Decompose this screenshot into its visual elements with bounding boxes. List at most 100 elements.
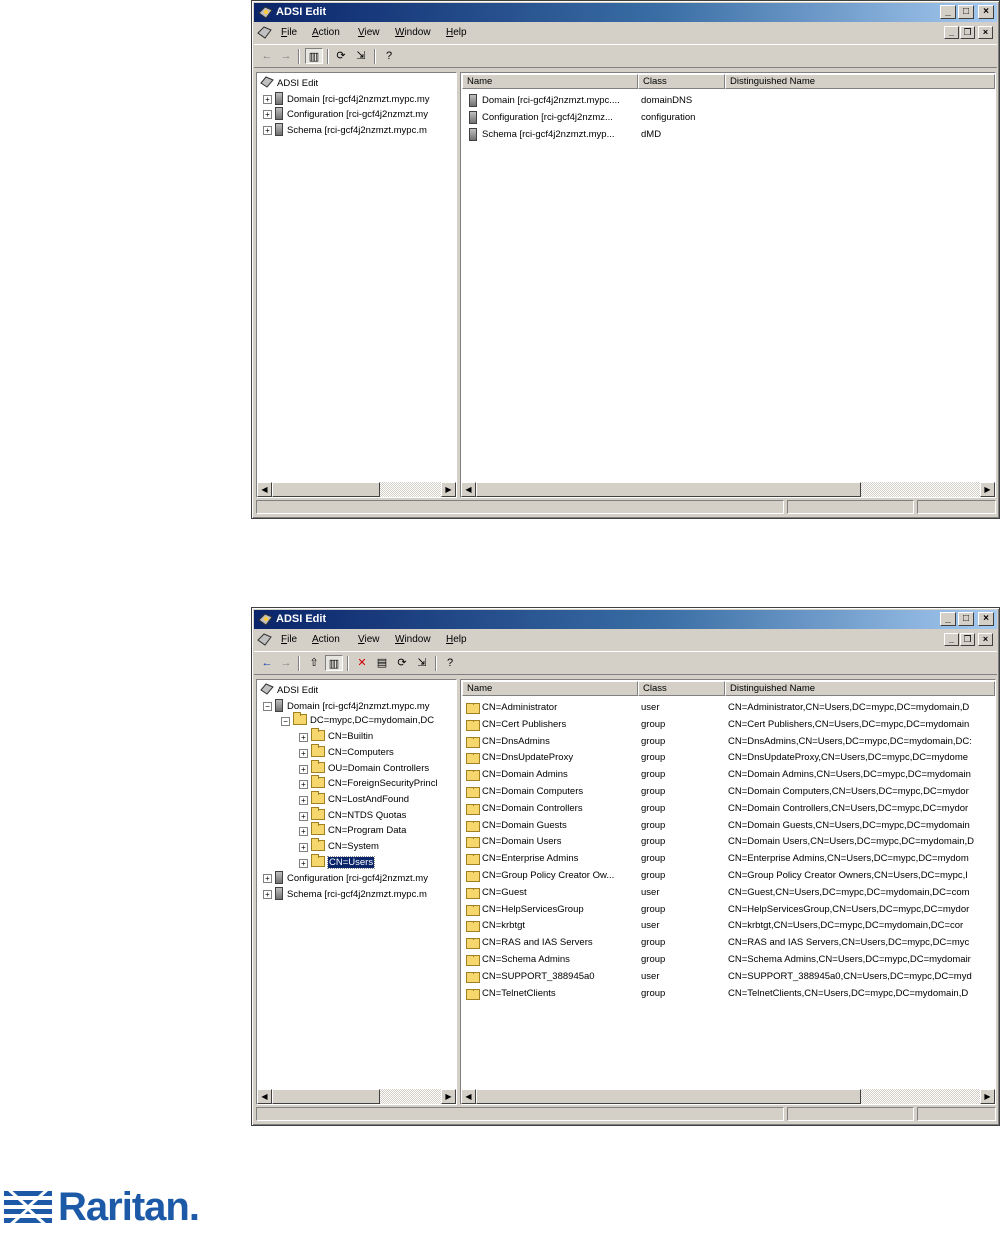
column-header-class[interactable]: Class bbox=[638, 74, 725, 89]
tree-item[interactable]: Domain [rci-gcf4j2nzmzt.mypc.my bbox=[275, 698, 430, 713]
expand-plus-icon[interactable]: + bbox=[263, 110, 272, 120]
list-row[interactable]: CN=Enterprise Admins group CN=Enterprise A… bbox=[461, 851, 995, 868]
expand-plus-icon[interactable]: + bbox=[299, 733, 308, 743]
list-row[interactable]: CN=Domain Controllers group CN=Domain Cont… bbox=[461, 801, 995, 818]
child-minimize-button[interactable]: _ bbox=[944, 26, 959, 39]
expand-plus-icon[interactable]: + bbox=[299, 811, 308, 821]
column-header-name[interactable]: Name bbox=[462, 681, 638, 696]
mmc-document-icon[interactable] bbox=[257, 25, 272, 40]
menu-view[interactable]: View bbox=[358, 634, 380, 645]
expand-plus-icon[interactable]: + bbox=[263, 94, 272, 104]
tree-item[interactable]: ADSI Edit bbox=[260, 76, 318, 90]
title-bar[interactable]: ADSI Edit _ □ × bbox=[254, 3, 997, 22]
list-row[interactable]: Schema [rci-gcf4j2nzmzt.myp... dMD bbox=[461, 127, 995, 144]
scroll-left-arrow-icon[interactable]: ◀ bbox=[257, 1089, 272, 1104]
mmc-document-icon[interactable] bbox=[257, 632, 272, 647]
column-header-name[interactable]: Name bbox=[462, 74, 638, 89]
tree-item[interactable]: Configuration [rci-gcf4j2nzmzt.my bbox=[275, 107, 428, 121]
tree-item[interactable]: CN=LostAndFound bbox=[311, 790, 409, 807]
list-row[interactable]: Domain [rci-gcf4j2nzmzt.mypc.... domainDN… bbox=[461, 93, 995, 110]
child-close-button[interactable]: × bbox=[978, 633, 993, 646]
column-header-class[interactable]: Class bbox=[638, 681, 725, 696]
list-row[interactable]: CN=Group Policy Creator Ow... group CN=Gro… bbox=[461, 868, 995, 885]
forward-arrow-icon[interactable]: → bbox=[277, 48, 295, 64]
expand-plus-icon[interactable]: + bbox=[299, 764, 308, 774]
child-close-button[interactable]: × bbox=[978, 26, 993, 39]
menu-file[interactable]: File bbox=[281, 634, 297, 645]
list-row[interactable]: CN=Domain Admins group CN=Domain Admins,CN… bbox=[461, 767, 995, 784]
show-hide-console-tree-icon[interactable]: ▥ bbox=[305, 48, 323, 64]
menu-action[interactable]: Action bbox=[312, 634, 340, 645]
tree-item[interactable]: CN=System bbox=[311, 838, 379, 854]
menu-file[interactable]: File bbox=[281, 27, 297, 38]
title-bar[interactable]: ADSI Edit _ □ × bbox=[254, 610, 997, 629]
tree-item[interactable]: Configuration [rci-gcf4j2nzmzt.my bbox=[275, 871, 428, 885]
scroll-right-arrow-icon[interactable]: ▶ bbox=[980, 1089, 995, 1104]
expand-plus-icon[interactable]: + bbox=[299, 748, 308, 758]
list-row[interactable]: CN=Guest user CN=Guest,CN=Users,DC=mypc,DC… bbox=[461, 885, 995, 902]
list-row[interactable]: CN=Domain Users group CN=Domain Users,CN=U… bbox=[461, 834, 995, 851]
properties-icon[interactable]: ▤ bbox=[373, 655, 391, 671]
list-row[interactable]: CN=DnsUpdateProxy group CN=DnsUpdateProxy,… bbox=[461, 750, 995, 767]
tree-item[interactable]: Domain [rci-gcf4j2nzmzt.mypc.my bbox=[275, 91, 430, 106]
list-row[interactable]: CN=Domain Guests group CN=Domain Guests,CN… bbox=[461, 818, 995, 835]
list-row[interactable]: CN=DnsAdmins group CN=DnsAdmins,CN=Users,D… bbox=[461, 734, 995, 751]
tree-horizontal-scrollbar[interactable]: ◀ ▶ bbox=[257, 1089, 456, 1104]
menu-window[interactable]: Window bbox=[395, 27, 431, 38]
tree-item[interactable]: CN=Users bbox=[311, 853, 376, 870]
list-row[interactable]: CN=Administrator user CN=Administrator,CN=… bbox=[461, 700, 995, 717]
list-row[interactable]: CN=SUPPORT_388945a0 user CN=SUPPORT_388945… bbox=[461, 969, 995, 986]
delete-icon[interactable]: ✕ bbox=[353, 655, 371, 671]
maximize-button[interactable]: □ bbox=[958, 612, 974, 626]
scroll-thumb[interactable] bbox=[476, 482, 861, 497]
expand-plus-icon[interactable]: + bbox=[263, 126, 272, 136]
expand-plus-icon[interactable]: + bbox=[299, 843, 308, 852]
tree-item[interactable]: Schema [rci-gcf4j2nzmzt.mypc.m bbox=[275, 887, 427, 901]
show-hide-console-tree-icon[interactable]: ▥ bbox=[325, 655, 343, 671]
scroll-thumb[interactable] bbox=[272, 482, 380, 497]
tree-item[interactable]: OU=Domain Controllers bbox=[311, 759, 429, 776]
tree-item[interactable]: CN=NTDS Quotas bbox=[311, 806, 406, 823]
scroll-thumb[interactable] bbox=[272, 1089, 380, 1104]
back-arrow-icon[interactable]: ← bbox=[258, 655, 276, 671]
tree-item[interactable]: CN=Program Data bbox=[311, 822, 406, 838]
list-row[interactable]: CN=krbtgt user CN=krbtgt,CN=Users,DC=mypc,… bbox=[461, 918, 995, 935]
tree-item[interactable]: ADSI Edit bbox=[260, 683, 318, 697]
menu-action[interactable]: Action bbox=[312, 27, 340, 38]
list-horizontal-scrollbar[interactable]: ◀ ▶ bbox=[461, 1089, 995, 1104]
tree-item[interactable]: Schema [rci-gcf4j2nzmzt.mypc.m bbox=[275, 123, 427, 137]
forward-arrow-icon[interactable]: → bbox=[277, 655, 295, 671]
menu-view[interactable]: View bbox=[358, 27, 380, 38]
column-header-distinguished-name[interactable]: Distinguished Name bbox=[725, 681, 995, 696]
menu-help[interactable]: Help bbox=[446, 27, 467, 38]
close-button[interactable]: × bbox=[978, 612, 994, 626]
list-row[interactable]: CN=Cert Publishers group CN=Cert Publisher… bbox=[461, 717, 995, 734]
scroll-right-arrow-icon[interactable]: ▶ bbox=[441, 1089, 456, 1104]
child-restore-button[interactable]: ❐ bbox=[960, 633, 975, 646]
scroll-thumb[interactable] bbox=[476, 1089, 861, 1104]
back-arrow-icon[interactable]: ← bbox=[258, 48, 276, 64]
tree-horizontal-scrollbar[interactable]: ◀ ▶ bbox=[257, 482, 456, 497]
minimize-button[interactable]: _ bbox=[940, 612, 956, 626]
up-one-level-icon[interactable]: ⇧ bbox=[305, 655, 323, 671]
export-list-icon[interactable]: ⇲ bbox=[352, 48, 370, 64]
list-row[interactable]: CN=TelnetClients group CN=TelnetClients,CN… bbox=[461, 986, 995, 1003]
list-row[interactable]: CN=HelpServicesGroup group CN=HelpServices… bbox=[461, 902, 995, 919]
maximize-button[interactable]: □ bbox=[958, 5, 974, 19]
expand-plus-icon[interactable]: + bbox=[299, 827, 308, 837]
help-icon[interactable]: ? bbox=[380, 48, 398, 64]
menu-window[interactable]: Window bbox=[395, 634, 431, 645]
scroll-left-arrow-icon[interactable]: ◀ bbox=[461, 482, 476, 497]
list-row[interactable]: CN=Domain Computers group CN=Domain Comput… bbox=[461, 784, 995, 801]
list-row[interactable]: Configuration [rci-gcf4j2nzmz... configur… bbox=[461, 110, 995, 127]
collapse-minus-icon[interactable]: − bbox=[281, 717, 290, 727]
export-list-icon[interactable]: ⇲ bbox=[413, 655, 431, 671]
expand-plus-icon[interactable]: + bbox=[263, 890, 272, 900]
expand-plus-icon[interactable]: + bbox=[263, 874, 272, 884]
collapse-minus-icon[interactable]: − bbox=[263, 701, 272, 711]
tree-item[interactable]: DC=mypc,DC=mydomain,DC bbox=[293, 712, 434, 728]
minimize-button[interactable]: _ bbox=[940, 5, 956, 19]
tree-item[interactable]: CN=Computers bbox=[311, 743, 394, 760]
expand-plus-icon[interactable]: + bbox=[299, 858, 308, 868]
column-header-distinguished-name[interactable]: Distinguished Name bbox=[725, 74, 995, 89]
